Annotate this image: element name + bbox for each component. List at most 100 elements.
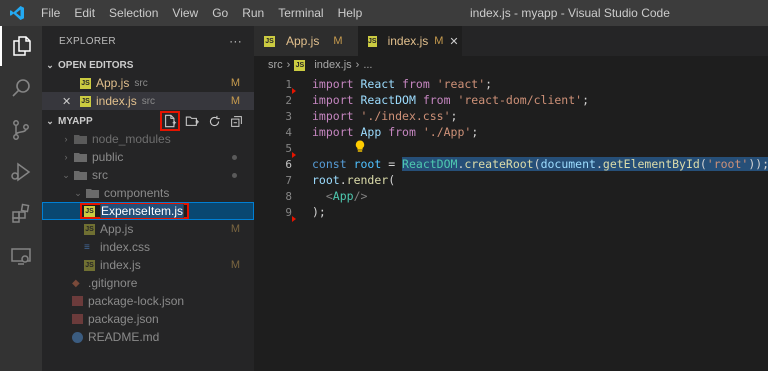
menu-run[interactable]: Run xyxy=(235,0,271,26)
menu-edit[interactable]: Edit xyxy=(67,0,102,26)
more-actions-icon[interactable]: ··· xyxy=(229,34,242,48)
chevron-right-icon: › xyxy=(64,134,68,144)
open-editor-item[interactable]: JS App.js src M xyxy=(42,74,254,92)
breadcrumb-more[interactable]: ... xyxy=(363,59,372,71)
tree-item-label: .gitignore xyxy=(88,276,138,290)
remote-explorer-icon[interactable] xyxy=(0,236,42,276)
tree-item-file[interactable]: ≡ index.css xyxy=(42,238,254,256)
refresh-icon[interactable] xyxy=(206,113,222,129)
code-editor[interactable]: 1 import React from 'react'; 2 import Re… xyxy=(254,74,768,371)
tree-item-file[interactable]: package.json xyxy=(42,310,254,328)
js-file-icon: JS xyxy=(84,205,95,217)
open-editor-dir: src xyxy=(134,77,148,89)
chevron-down-icon: ⌄ xyxy=(46,59,54,70)
tree-item-label: README.md xyxy=(88,330,160,344)
menu-file[interactable]: File xyxy=(34,0,67,26)
run-debug-icon[interactable] xyxy=(0,152,42,192)
project-header[interactable]: ⌄ MYAPP xyxy=(42,111,254,131)
tree-item-file[interactable]: ◆ .gitignore xyxy=(42,274,254,292)
menu-bar: File Edit Selection View Go Run Terminal… xyxy=(34,0,369,26)
menu-go[interactable]: Go xyxy=(205,0,235,26)
line-number: 7 xyxy=(285,173,292,187)
close-icon[interactable]: ✕ xyxy=(62,95,80,108)
tree-item-folder[interactable]: ⌄ src xyxy=(42,166,254,184)
code-line: 7 root.render( xyxy=(254,172,768,188)
explorer-toolbar xyxy=(160,111,244,131)
diff-marker-icon xyxy=(292,88,296,94)
js-file-icon: JS xyxy=(84,223,95,235)
tree-item-label: index.css xyxy=(100,240,151,254)
menu-selection[interactable]: Selection xyxy=(102,0,165,26)
changes-dot-icon xyxy=(232,173,237,178)
code-line: 8 <App/> xyxy=(254,188,768,204)
code-line: 1 import React from 'react'; xyxy=(254,76,768,92)
chevron-down-icon: ⌄ xyxy=(46,115,54,126)
code-text: import './index.css'; xyxy=(312,109,458,123)
js-file-icon: JS xyxy=(80,77,91,89)
tree-item-file[interactable]: README.md xyxy=(42,328,254,346)
rename-input[interactable]: ExpenseItem.js xyxy=(100,204,185,218)
tree-item-label: public xyxy=(92,150,124,164)
rename-input-text: ExpenseItem.js xyxy=(101,204,184,218)
new-folder-icon[interactable] xyxy=(184,113,200,129)
breadcrumb-folder[interactable]: src xyxy=(268,59,283,71)
line-number: 1 xyxy=(285,77,292,91)
new-file-icon[interactable] xyxy=(160,111,180,131)
extensions-icon[interactable] xyxy=(0,194,42,234)
search-icon[interactable] xyxy=(0,68,42,108)
code-line: 5 xyxy=(254,140,768,156)
tree-item-label: components xyxy=(104,186,170,200)
tree-item-label: index.js xyxy=(100,258,141,272)
line-number: 6 xyxy=(285,157,292,171)
tree-item-label: App.js xyxy=(100,222,134,236)
tree-item-file[interactable]: package-lock.json xyxy=(42,292,254,310)
tree-item-file[interactable]: JS App.js M xyxy=(42,220,254,238)
js-file-icon: JS xyxy=(294,59,306,71)
explorer-title: EXPLORER xyxy=(59,35,116,47)
tree-item-folder[interactable]: › public xyxy=(42,148,254,166)
folder-icon xyxy=(74,135,87,144)
js-file-icon: JS xyxy=(84,259,95,271)
close-icon[interactable]: ✕ xyxy=(449,35,458,48)
menu-view[interactable]: View xyxy=(165,0,205,26)
activity-bar xyxy=(0,26,42,371)
tree-item-rename[interactable]: JS ExpenseItem.js xyxy=(42,202,254,220)
open-editors-header[interactable]: ⌄ OPEN EDITORS xyxy=(42,56,254,74)
open-editor-name: index.js xyxy=(96,94,137,108)
line-number: 8 xyxy=(285,189,292,203)
line-number: 2 xyxy=(285,93,292,107)
rename-highlight-box: JS ExpenseItem.js xyxy=(80,203,190,219)
chevron-down-icon: ⌄ xyxy=(74,187,82,198)
modified-badge: M xyxy=(434,35,444,47)
explorer-icon[interactable] xyxy=(0,26,42,66)
menu-terminal[interactable]: Terminal xyxy=(271,0,330,26)
tree-item-file[interactable]: JS index.js M xyxy=(42,256,254,274)
tree-item-folder[interactable]: › node_modules xyxy=(42,130,254,148)
git-file-icon: ◆ xyxy=(72,277,80,289)
folder-icon xyxy=(74,153,87,162)
info-file-icon xyxy=(72,331,83,343)
source-control-icon[interactable] xyxy=(0,110,42,150)
project-label: MYAPP xyxy=(58,115,93,127)
open-editor-item-active[interactable]: ✕ JS index.js src M xyxy=(42,92,254,110)
tab-index-js[interactable]: JS index.js M ✕ xyxy=(358,26,462,56)
js-file-icon: JS xyxy=(80,95,91,107)
open-editor-name: App.js xyxy=(96,76,130,90)
tree-item-folder[interactable]: ⌄ components xyxy=(42,184,254,202)
line-number: 4 xyxy=(285,125,292,139)
breadcrumb-file[interactable]: index.js xyxy=(314,59,351,71)
code-text: import React from 'react'; xyxy=(312,77,493,91)
editor-tabs: JS App.js M JS index.js M ✕ xyxy=(254,26,768,56)
chevron-right-icon: › xyxy=(64,152,68,162)
tree-item-label: node_modules xyxy=(92,132,171,146)
tab-app-js[interactable]: JS App.js M xyxy=(254,26,358,56)
npm-file-icon xyxy=(72,314,83,324)
code-line: 9 ); xyxy=(254,204,768,220)
menu-help[interactable]: Help xyxy=(331,0,370,26)
diff-marker-icon xyxy=(292,216,296,222)
line-number: 9 xyxy=(285,205,292,219)
code-text: import ReactDOM from 'react-dom/client'; xyxy=(312,93,590,107)
modified-badge: M xyxy=(230,77,240,89)
folder-open-icon xyxy=(74,171,87,180)
collapse-all-icon[interactable] xyxy=(228,113,244,129)
